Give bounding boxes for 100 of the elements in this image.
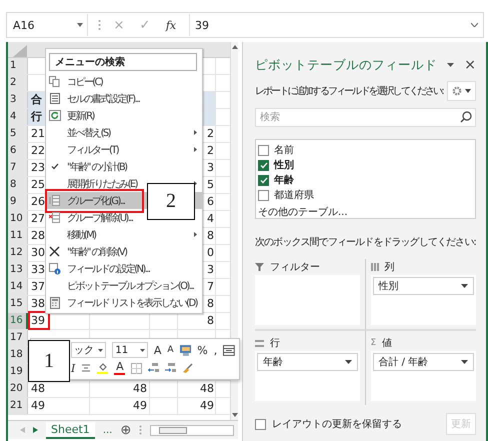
field-chip[interactable]: 性別 — [372, 277, 474, 295]
cell-styles-icon[interactable] — [180, 344, 192, 356]
row-header[interactable]: 13 — [8, 262, 28, 278]
menu-item[interactable]: 更新(R) — [46, 107, 202, 124]
menu-item[interactable]: ピボットテーブル オプション(O)... — [46, 277, 202, 294]
decrease-decimal-icon[interactable] — [165, 363, 176, 373]
close-icon — [49, 246, 60, 257]
gear-icon — [452, 86, 462, 96]
font-size-field[interactable]: 11 — [112, 342, 148, 358]
drop-area[interactable]: 合計 / 年齢 — [370, 351, 476, 401]
defer-update-label[interactable]: レイアウトの更新を保留する — [272, 417, 440, 431]
table-cell: 行 — [31, 110, 42, 123]
font-color-button[interactable]: A — [114, 361, 126, 375]
checkbox[interactable] — [258, 144, 269, 156]
scroll-up-icon[interactable] — [232, 45, 238, 49]
row-header[interactable]: 4 — [8, 109, 28, 125]
merge-cells-icon[interactable] — [223, 344, 235, 356]
formula-input[interactable]: 39 — [189, 14, 483, 36]
menu-item[interactable]: フィルター(T) — [46, 141, 202, 158]
row-header[interactable]: 7 — [8, 160, 28, 176]
more-sheets[interactable]: ... — [102, 424, 112, 436]
table-cell: 8 — [207, 297, 214, 310]
row-header[interactable]: 20 — [8, 381, 28, 397]
menu-item[interactable]: 移動(M) — [46, 226, 202, 243]
close-button[interactable]: × — [464, 57, 476, 73]
add-sheet-button[interactable]: ⊕ — [120, 422, 132, 438]
row-header[interactable]: 8 — [8, 177, 28, 193]
comma-button[interactable]: , — [214, 344, 218, 356]
row-header[interactable]: 5 — [8, 126, 28, 142]
font-name-field[interactable]: ック — [71, 342, 106, 358]
checkmark-icon — [50, 163, 58, 170]
row-header[interactable]: 14 — [8, 279, 28, 295]
menu-item[interactable]: "年齢" の削除(V) — [46, 243, 202, 260]
sheet-tab[interactable]: Sheet1 — [46, 422, 95, 438]
drop-area[interactable]: 性別 — [370, 275, 476, 325]
search-icon[interactable] — [460, 111, 472, 123]
name-box[interactable]: A16 — [7, 14, 88, 36]
area-label: 値 — [382, 337, 392, 350]
decrease-font-button[interactable]: A — [167, 346, 174, 354]
horizontal-scrollbar[interactable] — [150, 424, 234, 436]
field-chip[interactable]: 年齢 — [257, 353, 358, 371]
menu-item[interactable]: 並べ替え(S) — [46, 124, 202, 141]
row-header[interactable]: 9 — [8, 194, 28, 210]
drop-area[interactable]: 年齢 — [255, 351, 360, 401]
checkbox[interactable] — [258, 174, 269, 186]
table-cell: 49 — [133, 399, 147, 412]
row-header[interactable]: 21 — [8, 398, 28, 414]
table-cell: 5 — [207, 178, 214, 191]
scroll-down-icon[interactable] — [232, 413, 238, 417]
format-painter-icon[interactable] — [182, 362, 194, 374]
row-header[interactable]: 10 — [8, 211, 28, 227]
align-center-icon[interactable] — [81, 364, 92, 372]
row-header[interactable]: 18 — [8, 347, 28, 363]
insert-function-button[interactable]: fx — [163, 18, 179, 32]
dropdown-icon — [461, 360, 468, 364]
menu-item[interactable]: セルの書式設定(F)... — [46, 90, 202, 107]
row-header[interactable]: 16 — [8, 313, 28, 329]
search-field[interactable]: 検索 — [255, 108, 476, 127]
checkbox[interactable] — [258, 160, 269, 170]
menu-item[interactable]: "年齢" の小計(B) — [46, 158, 202, 175]
row-header[interactable]: 12 — [8, 245, 28, 261]
table-cell: 21 — [31, 127, 45, 140]
checkbox[interactable] — [258, 190, 269, 200]
settings-button[interactable] — [447, 81, 476, 101]
menu-item[interactable]: フィールド リストを表示しない(D) — [46, 294, 202, 311]
percent-button[interactable]: % — [197, 344, 208, 356]
increase-decimal-icon[interactable] — [148, 363, 160, 373]
menu-item[interactable]: コピー(C) — [46, 73, 202, 90]
borders-icon[interactable] — [131, 362, 142, 374]
rows-icon — [255, 340, 264, 346]
row-header[interactable]: 3 — [8, 92, 28, 108]
copy-icon — [49, 76, 60, 87]
field-label[interactable]: 年齢 — [274, 173, 294, 187]
row-header[interactable]: 19 — [8, 364, 28, 380]
row-header[interactable]: 1 — [8, 58, 28, 74]
menu-search-field[interactable]: メニューの検索 — [49, 53, 197, 71]
increase-font-button[interactable]: A — [154, 344, 162, 356]
next-sheet-icon[interactable] — [33, 427, 38, 433]
row-header[interactable]: 6 — [8, 143, 28, 159]
field-label[interactable]: 都道府県 — [274, 188, 314, 202]
row-header[interactable]: 15 — [8, 296, 28, 312]
field-label[interactable]: 名前 — [274, 143, 294, 157]
more-tables-link[interactable]: その他のテーブル... — [258, 205, 473, 219]
dropdown-icon[interactable] — [447, 63, 454, 67]
dropdown-icon — [465, 89, 471, 93]
columns-icon — [370, 263, 378, 271]
field-settings-icon — [48, 262, 60, 274]
row-header[interactable]: 2 — [8, 75, 28, 91]
field-label[interactable]: 性別 — [274, 158, 294, 172]
fill-color-button[interactable] — [97, 362, 108, 374]
row-header[interactable]: 17 — [8, 330, 28, 346]
field-chip[interactable]: 合計 / 年齢 — [372, 353, 474, 371]
row-header[interactable]: 11 — [8, 228, 28, 244]
checkbox[interactable] — [255, 418, 266, 430]
italic-button[interactable]: I — [71, 362, 76, 374]
submenu-arrow-icon — [194, 232, 197, 237]
menu-item[interactable]: フィールドの設定(N)... — [46, 260, 202, 277]
field-list-icon — [50, 296, 60, 308]
table-cell: 4 — [207, 212, 214, 225]
table-cell: 39 — [31, 314, 45, 327]
